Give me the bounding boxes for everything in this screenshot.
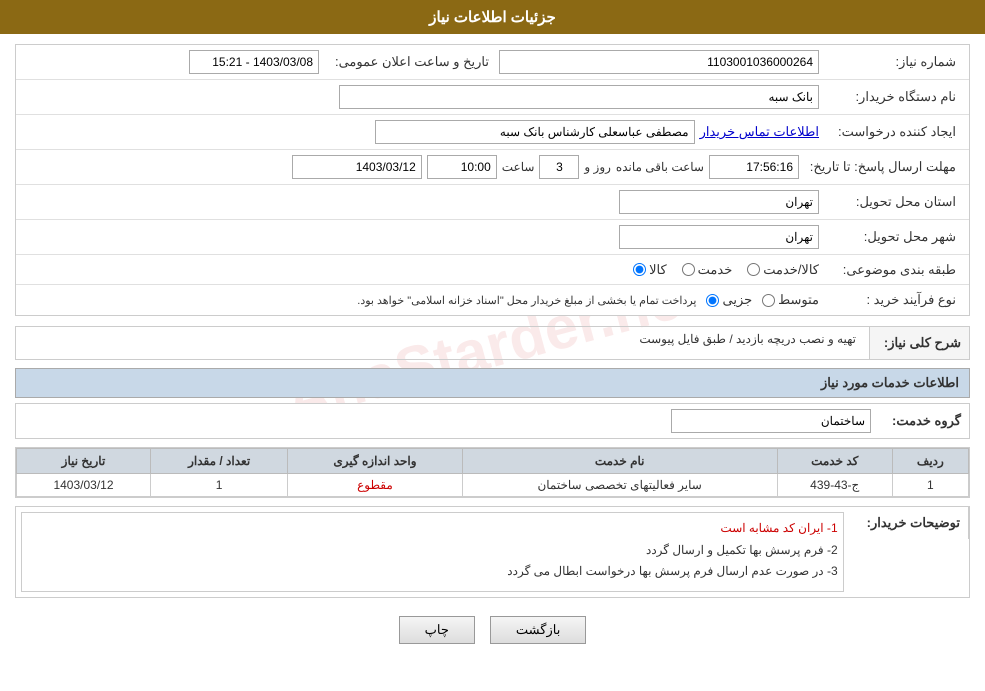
deadline-label: مهلت ارسال پاسخ: تا تاریخ:: [804, 159, 964, 175]
col-unit: واحد اندازه گیری: [288, 449, 462, 474]
needs-description-label: شرح کلی نیاز:: [869, 327, 969, 359]
buyer-desc-section: توضیحات خریدار: 1- ایران کد مشابه است 2-…: [15, 506, 970, 598]
category-row: طبقه بندی موضوعی: کالا/خدمت خدمت کالا: [16, 255, 969, 285]
col-code: کد خدمت: [777, 449, 892, 474]
city-row: شهر محل تحویل:: [16, 220, 969, 255]
service-group-row: گروه خدمت:: [15, 403, 970, 439]
buyer-desc-line-2: 2- فرم پرسش بها تکمیل و ارسال گردد: [27, 540, 838, 562]
deadline-day-label: روز و: [584, 160, 611, 174]
needs-description-value: تهیه و نصب دریچه بازدید / طبق فایل پیوست: [16, 327, 861, 351]
needs-description-section: شرح کلی نیاز: تهیه و نصب دریچه بازدید / …: [15, 326, 970, 360]
page-title: جزئیات اطلاعات نیاز: [429, 9, 556, 26]
cell-count: 1: [150, 474, 287, 497]
deadline-remaining-label: ساعت باقی مانده: [616, 160, 704, 174]
col-name: نام خدمت: [462, 449, 777, 474]
buyer-desc-label: توضیحات خریدار:: [859, 507, 969, 539]
col-date: تاریخ نیاز: [17, 449, 151, 474]
purchase-motavaset[interactable]: متوسط: [762, 292, 819, 308]
purchase-type-row: نوع فرآیند خرید : متوسط جزیی: [16, 285, 969, 315]
category-khedmat[interactable]: خدمت: [682, 262, 733, 278]
footer-buttons: بازگشت چاپ: [15, 606, 970, 654]
services-section-title: اطلاعات خدمات مورد نیاز: [15, 368, 970, 398]
col-row: ردیف: [892, 449, 968, 474]
category-label: طبقه بندی موضوعی:: [824, 262, 964, 278]
purchase-jozi[interactable]: جزیی: [706, 292, 752, 308]
deadline-time-input[interactable]: [427, 155, 497, 179]
requester-label: ایجاد کننده درخواست:: [824, 124, 964, 140]
need-number-input[interactable]: [499, 50, 819, 74]
buyer-org-row: نام دستگاه خریدار:: [16, 80, 969, 115]
requester-contact-link[interactable]: اطلاعات تماس خریدار: [700, 124, 819, 140]
province-label: استان محل تحویل:: [824, 194, 964, 210]
deadline-row: مهلت ارسال پاسخ: تا تاریخ: ساعت باقی مان…: [16, 150, 969, 185]
requester-input[interactable]: [375, 120, 695, 144]
buyer-desc-line-1: 1- ایران کد مشابه است: [27, 518, 838, 540]
buyer-desc-line-3: 3- در صورت عدم ارسال فرم پرسش بها درخواس…: [27, 561, 838, 583]
province-input[interactable]: [619, 190, 819, 214]
city-input[interactable]: [619, 225, 819, 249]
back-button[interactable]: بازگشت: [490, 616, 586, 644]
table-row: 1 ج-43-439 سایر فعالیتهای تخصصی ساختمان …: [17, 474, 969, 497]
purchase-type-note: پرداخت تمام یا بخشی از مبلغ خریدار محل "…: [357, 294, 696, 307]
page-header: جزئیات اطلاعات نیاز: [0, 0, 985, 34]
col-count: تعداد / مقدار: [150, 449, 287, 474]
city-label: شهر محل تحویل:: [824, 229, 964, 245]
buyer-org-input[interactable]: [339, 85, 819, 109]
services-table: ردیف کد خدمت نام خدمت واحد اندازه گیری ت…: [16, 448, 969, 497]
deadline-time-label: ساعت: [502, 160, 535, 174]
deadline-clock-input[interactable]: [709, 155, 799, 179]
cell-unit: مقطوع: [288, 474, 462, 497]
cell-date: 1403/03/12: [17, 474, 151, 497]
buyer-desc-content: 1- ایران کد مشابه است 2- فرم پرسش بها تک…: [16, 507, 849, 597]
service-group-input[interactable]: [671, 409, 871, 433]
print-button[interactable]: چاپ: [399, 616, 475, 644]
province-row: استان محل تحویل:: [16, 185, 969, 220]
cell-name: سایر فعالیتهای تخصصی ساختمان: [462, 474, 777, 497]
main-info-section: شماره نیاز: تاریخ و ساعت اعلان عمومی: نا…: [15, 44, 970, 316]
cell-row: 1: [892, 474, 968, 497]
announce-date-input[interactable]: [189, 50, 319, 74]
purchase-type-label: نوع فرآیند خرید :: [824, 292, 964, 308]
services-table-container: ردیف کد خدمت نام خدمت واحد اندازه گیری ت…: [15, 447, 970, 498]
category-kala[interactable]: کالا: [633, 262, 667, 278]
deadline-date-input[interactable]: [292, 155, 422, 179]
need-number-row: شماره نیاز: تاریخ و ساعت اعلان عمومی:: [16, 45, 969, 80]
buyer-org-label: نام دستگاه خریدار:: [824, 89, 964, 105]
service-group-label: گروه خدمت:: [881, 413, 961, 429]
requester-row: ایجاد کننده درخواست: اطلاعات تماس خریدار: [16, 115, 969, 150]
need-number-label: شماره نیاز:: [824, 54, 964, 70]
announce-date-label: تاریخ و ساعت اعلان عمومی:: [324, 54, 494, 70]
category-kala-khedmat[interactable]: کالا/خدمت: [747, 262, 819, 278]
deadline-days-input[interactable]: [539, 155, 579, 179]
cell-code: ج-43-439: [777, 474, 892, 497]
